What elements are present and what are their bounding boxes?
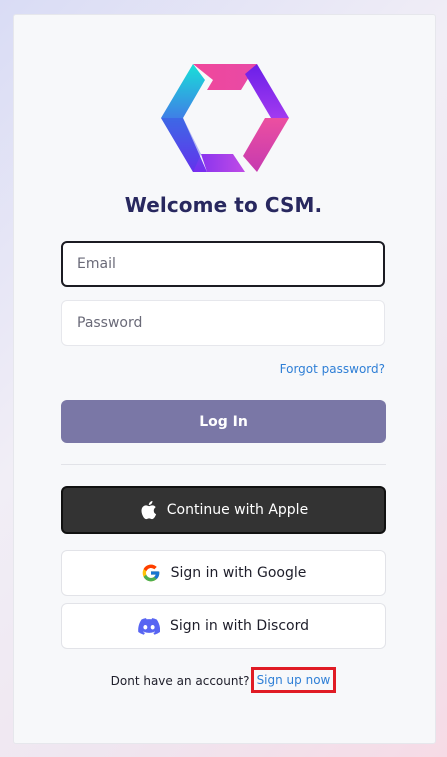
google-icon [141,563,161,583]
password-field[interactable] [61,300,385,346]
continue-with-apple-button[interactable]: Continue with Apple [61,486,386,534]
divider [61,464,386,465]
google-button-label: Sign in with Google [170,565,307,581]
signup-row: Dont have an account? Sign up now [0,667,447,694]
forgot-password-link[interactable]: Forgot password? [280,362,385,376]
discord-icon [138,617,160,635]
email-field[interactable] [61,241,385,287]
signup-prompt: Dont have an account? [110,674,250,688]
csm-logo-icon [161,64,289,172]
sign-in-with-google-button[interactable]: Sign in with Google [61,550,386,596]
sign-in-with-discord-button[interactable]: Sign in with Discord [61,603,386,649]
apple-icon [139,499,157,521]
apple-button-label: Continue with Apple [166,502,309,518]
login-button[interactable]: Log In [61,400,386,443]
sign-up-link[interactable]: Sign up now [250,667,337,693]
page-title: Welcome to CSM. [124,193,323,217]
discord-button-label: Sign in with Discord [170,618,309,634]
